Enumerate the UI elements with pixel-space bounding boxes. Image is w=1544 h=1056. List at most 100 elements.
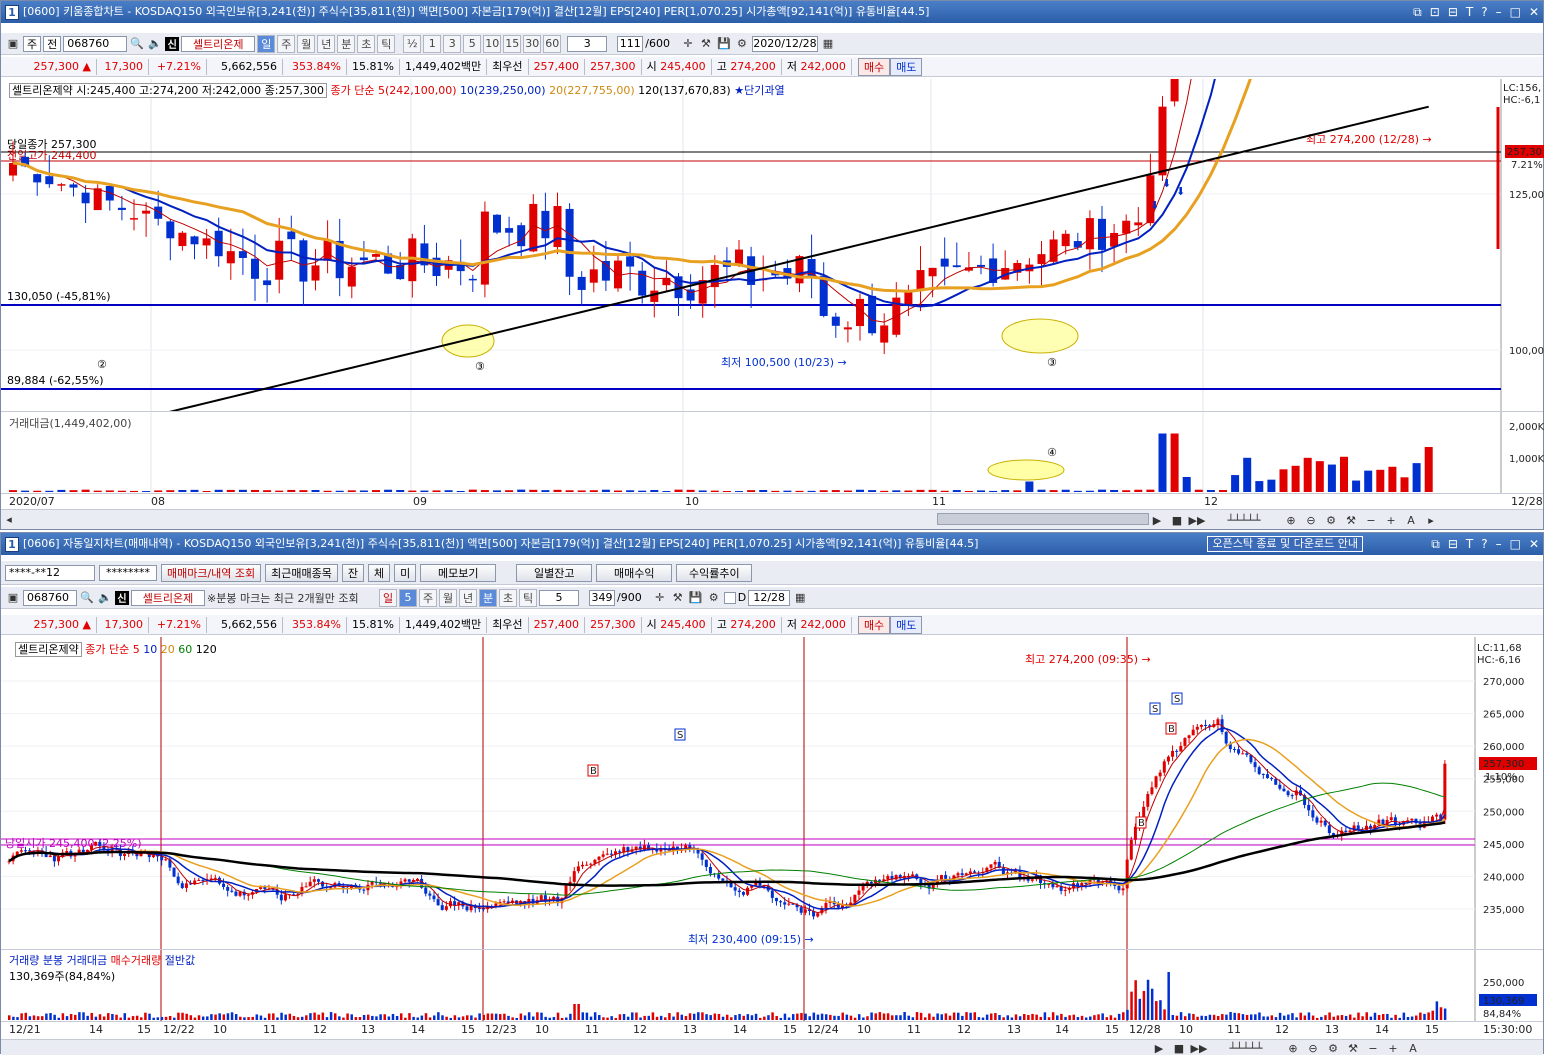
- restore-icon[interactable]: ⧉: [1431, 533, 1440, 555]
- prev-select[interactable]: 전: [43, 35, 62, 52]
- crosshair-icon[interactable]: ✛: [680, 36, 696, 52]
- trade-mark-button[interactable]: 매매마크/내역 조회: [161, 563, 262, 582]
- text-size-icon[interactable]: T: [1466, 1, 1473, 23]
- settings-icon[interactable]: ⚙: [1323, 512, 1339, 528]
- bottom-volume-chart[interactable]: 250,000 130,369 84,84% 거래량 분봉 거래대금 매수거래량 절…: [1, 949, 1543, 1022]
- gear-icon[interactable]: ⚙: [734, 36, 750, 52]
- fraction-button[interactable]: ½: [403, 34, 422, 53]
- speaker-icon[interactable]: 🔈: [147, 36, 163, 52]
- tab-second[interactable]: 초: [499, 588, 517, 607]
- top-price-chart[interactable]: 300,000275,000250,000225,000200,000175,0…: [1, 0, 1544, 451]
- download-notice-button[interactable]: 오픈스탁 종료 및 다운로드 안내: [1207, 536, 1363, 552]
- stock-name[interactable]: 셀트리온제: [181, 35, 256, 52]
- scroll-track[interactable]: [937, 513, 1149, 525]
- play-icon[interactable]: ▶: [1149, 512, 1165, 528]
- sell-button[interactable]: 매도: [890, 615, 923, 634]
- font-icon[interactable]: A: [1403, 512, 1419, 528]
- n-30[interactable]: 30: [523, 34, 542, 53]
- top-scrollbar[interactable]: ◂ ▶ ■ ▶▶ ┴┴┴┴┴ ⊕ ⊖ ⚙ ⚒ − + A ▸: [1, 509, 1543, 529]
- n-select[interactable]: 3: [567, 35, 608, 52]
- buy-button[interactable]: 매수: [857, 57, 891, 76]
- layout-icon[interactable]: ▣: [5, 590, 21, 606]
- n-10[interactable]: 10: [483, 34, 502, 53]
- save-icon[interactable]: 💾: [716, 36, 732, 52]
- tab-week[interactable]: 주: [419, 588, 437, 607]
- bottom-titlebar[interactable]: 1 [0606] 자동일지차트(매매내역) - KOSDAQ150 외국인보유[3…: [1, 533, 1543, 555]
- tab-minute[interactable]: 분: [337, 34, 356, 53]
- count-input[interactable]: 349: [589, 589, 615, 606]
- stop-icon[interactable]: ■: [1169, 512, 1185, 528]
- minimize-icon[interactable]: –: [1496, 533, 1502, 555]
- stock-name[interactable]: 셀트리온제: [131, 589, 205, 606]
- scroll-left-icon[interactable]: ◂: [1, 512, 17, 528]
- memo-button[interactable]: 메모보기: [420, 563, 497, 582]
- count-input[interactable]: 111: [617, 35, 644, 52]
- bottom-price-chart[interactable]: 270,000 265,000 260,000 255,000 250,000 245,0…: [1, 637, 1543, 949]
- tab-tick[interactable]: 틱: [519, 588, 537, 607]
- n-15[interactable]: 15: [503, 34, 522, 53]
- calendar-icon[interactable]: ▦: [792, 590, 808, 606]
- zoom-slider-icon[interactable]: ┴┴┴┴┴: [1209, 512, 1279, 528]
- tools-icon[interactable]: ⚒: [698, 36, 714, 52]
- help-icon[interactable]: ?: [1481, 1, 1487, 23]
- plus-icon[interactable]: +: [1383, 512, 1399, 528]
- daily-balance-button[interactable]: 일별잔고: [516, 563, 593, 582]
- tab-day[interactable]: 일: [257, 34, 276, 53]
- n-day[interactable]: 5: [399, 588, 417, 607]
- crosshair-icon[interactable]: ✛: [652, 590, 668, 606]
- close-icon[interactable]: ✕: [1529, 533, 1539, 555]
- sell-button[interactable]: 매도: [890, 57, 923, 76]
- n-5[interactable]: 5: [463, 34, 482, 53]
- maximize-icon[interactable]: □: [1510, 1, 1521, 23]
- calendar-icon[interactable]: ▦: [820, 36, 836, 52]
- top-titlebar[interactable]: 1 [0600] 키움종합차트 - KOSDAQ150 외국인보유[3,241(천…: [1, 1, 1543, 23]
- bottom-scrollbar[interactable]: ▶ ■ ▶▶ ┴┴┴┴┴ ⊕ ⊖ ⚙ ⚒ − + A: [1, 1039, 1543, 1055]
- tile-icon[interactable]: ⊟: [1448, 1, 1458, 23]
- minus-icon[interactable]: −: [1363, 512, 1379, 528]
- tab-minute[interactable]: 분: [479, 588, 497, 607]
- tab-year[interactable]: 년: [317, 34, 336, 53]
- date-checkbox[interactable]: [723, 591, 736, 604]
- return-trend-button[interactable]: 수익률추이: [676, 563, 753, 582]
- scroll-right-icon[interactable]: ▸: [1423, 512, 1439, 528]
- password-input[interactable]: ********: [99, 564, 157, 581]
- recent-trades-button[interactable]: 최근매매종목: [265, 563, 338, 582]
- n-minute-select[interactable]: 5: [539, 589, 579, 606]
- top-volume-chart[interactable]: 2,000K 1,000K ④ 거래대금(1,449,402,00): [1, 411, 1544, 494]
- zoom-out-icon[interactable]: ⊖: [1303, 512, 1319, 528]
- tab-day[interactable]: 일: [379, 588, 397, 607]
- tab-year[interactable]: 년: [459, 588, 477, 607]
- tab-month[interactable]: 월: [439, 588, 457, 607]
- date-input[interactable]: 2020/12/28: [751, 35, 818, 52]
- speaker-icon[interactable]: 🔈: [97, 590, 113, 606]
- search-icon[interactable]: 🔍: [79, 590, 95, 606]
- tile-icon[interactable]: ⊟: [1448, 533, 1458, 555]
- stock-code-input[interactable]: 068760: [63, 35, 128, 52]
- fast-forward-icon[interactable]: ▶▶: [1189, 512, 1206, 528]
- minimize-icon[interactable]: –: [1496, 1, 1502, 23]
- cascade-icon[interactable]: ⊡: [1430, 1, 1440, 23]
- buy-button[interactable]: 매수: [857, 615, 891, 634]
- layout-icon[interactable]: ▣: [5, 36, 21, 52]
- search-icon[interactable]: 🔍: [129, 36, 145, 52]
- stock-code-input[interactable]: 068760: [23, 589, 77, 606]
- n-3[interactable]: 3: [443, 34, 462, 53]
- n-1[interactable]: 1: [423, 34, 442, 53]
- tab-month[interactable]: 월: [297, 34, 316, 53]
- maximize-icon[interactable]: □: [1510, 533, 1521, 555]
- zoom-in-icon[interactable]: ⊕: [1283, 512, 1299, 528]
- close-icon[interactable]: ✕: [1529, 1, 1539, 23]
- account-select[interactable]: ****-**12: [5, 564, 95, 581]
- text-size-icon[interactable]: T: [1466, 533, 1473, 555]
- gear-icon[interactable]: ⚙: [706, 590, 722, 606]
- tools-icon[interactable]: ⚒: [670, 590, 686, 606]
- pending-button[interactable]: 미: [394, 563, 417, 582]
- executed-button[interactable]: 체: [368, 563, 391, 582]
- tab-week[interactable]: 주: [277, 34, 296, 53]
- help-icon[interactable]: ?: [1481, 533, 1487, 555]
- restore-icon[interactable]: ⧉: [1413, 1, 1422, 23]
- balance-button[interactable]: 잔: [341, 563, 365, 582]
- n-60[interactable]: 60: [543, 34, 562, 53]
- tool-icon[interactable]: ⚒: [1343, 512, 1359, 528]
- tab-tick[interactable]: 틱: [377, 34, 396, 53]
